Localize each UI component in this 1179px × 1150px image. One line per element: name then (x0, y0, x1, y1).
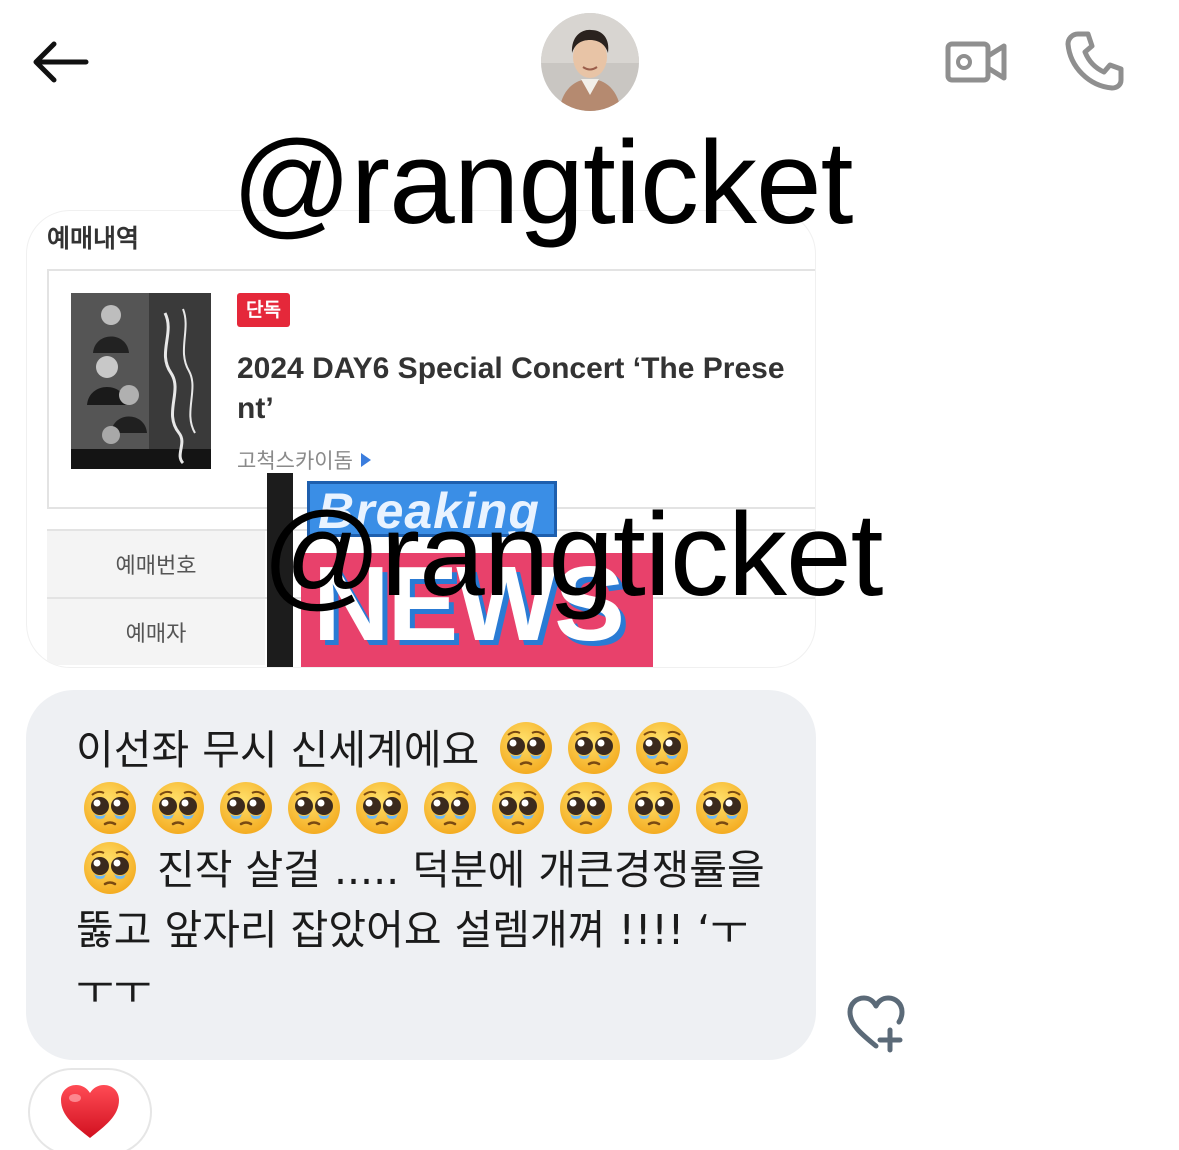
video-call-button[interactable] (940, 30, 1012, 94)
heart-reaction[interactable] (28, 1068, 152, 1150)
pleading-face-emoji (492, 782, 544, 834)
watermark-text: @rangticket (232, 117, 853, 249)
message-text-start: 이선좌 무시 신세계에요 (76, 726, 480, 774)
phone-icon (1065, 31, 1124, 91)
booker-label: 예매자 (47, 599, 265, 665)
heart-plus-icon (847, 995, 905, 1053)
pleading-face-emoji (356, 782, 408, 834)
pleading-face-emoji (500, 722, 553, 774)
reservation-history-heading: 예매내역 (47, 224, 140, 253)
video-camera-icon (945, 41, 1007, 83)
pleading-face-emoji (288, 782, 340, 834)
concert-title: 2024 DAY6 Special Concert ‘The Present’ (237, 352, 785, 425)
pleading-face-emoji (628, 782, 680, 834)
venue-name: 고척스카이돔 (237, 449, 353, 473)
pleading-face-emoji (560, 782, 612, 834)
arrow-left-icon (33, 41, 89, 83)
pleading-face-emoji (636, 722, 689, 774)
pleading-face-emoji (424, 782, 476, 834)
triangle-right-icon (360, 453, 371, 467)
watermark-text: @rangticket (262, 489, 883, 621)
message-bubble[interactable]: 이선좌 무시 신세계에요 진작 살걸 ..... 덕분에 개큰경쟁률을 뚫고 앞… (26, 690, 816, 1060)
message-text: 이선좌 무시 신세계에요 진작 살걸 ..... 덕분에 개큰경쟁률을 뚫고 앞… (76, 720, 776, 1020)
add-reaction-button[interactable] (840, 992, 912, 1056)
pleading-face-emoji (84, 782, 136, 834)
voice-call-button[interactable] (1058, 26, 1130, 96)
avatar-image (541, 13, 639, 111)
pleading-face-emoji (568, 722, 621, 774)
concert-poster (71, 293, 211, 469)
venue-link: 고척스카이돔 (237, 445, 371, 475)
chat-header (0, 0, 1179, 120)
message-text-end: 진작 살걸 ..... 덕분에 개큰경쟁률을 뚫고 앞자리 잡았어요 설렘개껴 … (76, 846, 765, 1014)
pleading-face-emoji (84, 842, 136, 894)
pleading-face-emoji (696, 782, 748, 834)
contact-avatar[interactable] (541, 13, 639, 111)
pleading-face-emoji (220, 782, 272, 834)
booking-number-label: 예매번호 (47, 531, 265, 597)
exclusive-badge: 단독 (237, 293, 290, 327)
emoji-group (492, 722, 696, 774)
pleading-face-emoji (152, 782, 204, 834)
red-heart-icon (61, 1085, 119, 1138)
back-button[interactable] (26, 30, 96, 94)
